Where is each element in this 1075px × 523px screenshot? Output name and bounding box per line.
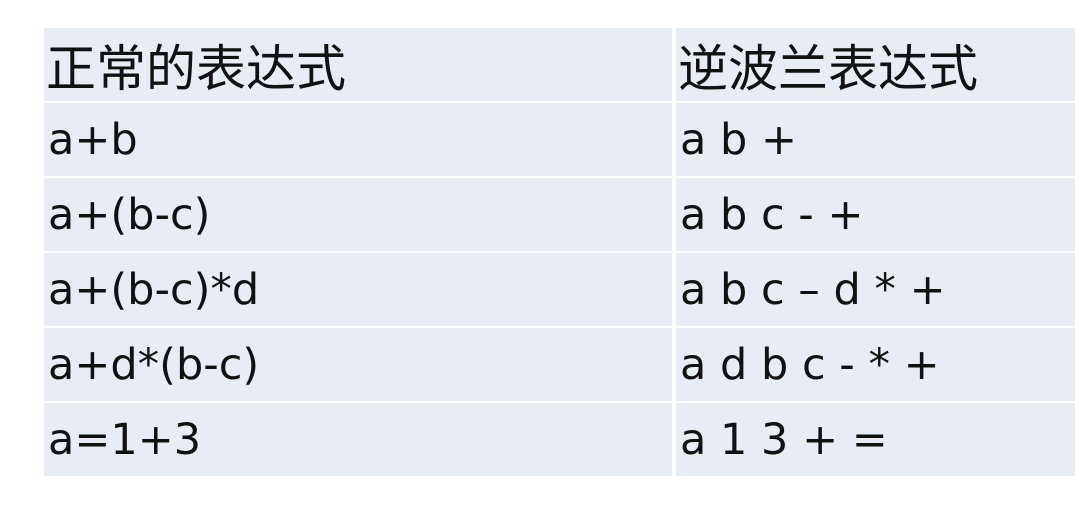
table-row: a+b a b + xyxy=(44,103,1075,176)
table-header-row: 正常的表达式 逆波兰表达式 xyxy=(44,28,1075,101)
rpn-expression-cell: a d b c - * + xyxy=(676,328,1075,401)
table-row: a+d*(b-c) a d b c - * + xyxy=(44,328,1075,401)
table-row: a+(b-c)*d a b c – d * + xyxy=(44,253,1075,326)
normal-expression-cell: a=1+3 xyxy=(44,403,672,476)
rpn-expression-cell: a b c - + xyxy=(676,178,1075,251)
table-row: a+(b-c) a b c - + xyxy=(44,178,1075,251)
rpn-expression-cell: a 1 3 + = xyxy=(676,403,1075,476)
rpn-expression-cell: a b c – d * + xyxy=(676,253,1075,326)
rpn-expression-cell: a b + xyxy=(676,103,1075,176)
normal-expression-cell: a+(b-c)*d xyxy=(44,253,672,326)
table-row: a=1+3 a 1 3 + = xyxy=(44,403,1075,476)
expression-table: 正常的表达式 逆波兰表达式 a+b a b + a+(b-c) a b c - … xyxy=(44,28,1075,476)
normal-expression-cell: a+b xyxy=(44,103,672,176)
normal-expression-cell: a+(b-c) xyxy=(44,178,672,251)
normal-expression-cell: a+d*(b-c) xyxy=(44,328,672,401)
header-reverse-polish-expression: 逆波兰表达式 xyxy=(676,28,1075,101)
header-normal-expression: 正常的表达式 xyxy=(44,28,672,101)
